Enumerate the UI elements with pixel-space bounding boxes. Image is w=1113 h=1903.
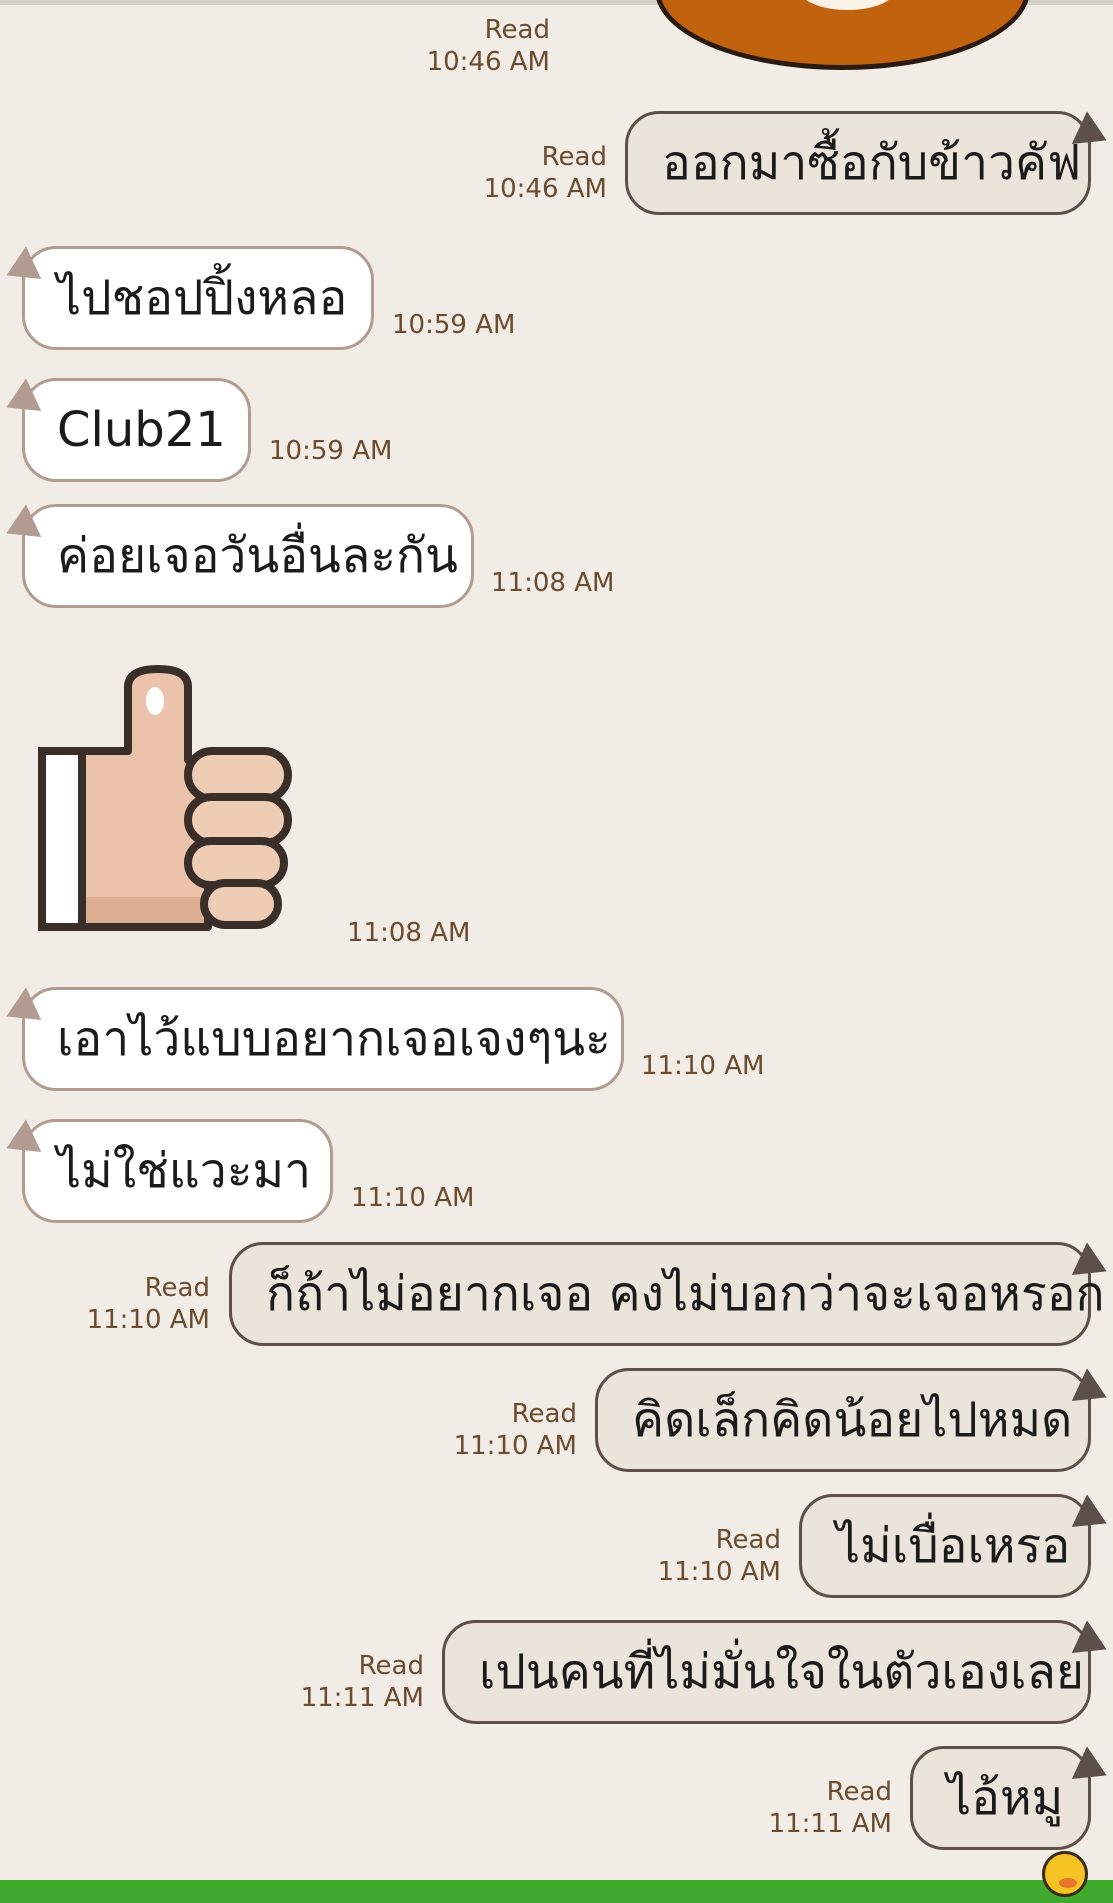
message-meta: Read 10:46 AM xyxy=(427,14,550,78)
timestamp: 11:11 AM xyxy=(768,1809,892,1839)
message-bubble[interactable]: ออกมาซื้อกับข้าวคัฟ xyxy=(625,111,1091,215)
message-bubble[interactable]: เอาไว้แบบอยากเจอเจงๆนะ xyxy=(22,987,624,1091)
timestamp: 11:08 AM xyxy=(347,918,471,948)
donut-sticker xyxy=(655,0,1030,70)
timestamp: 11:08 AM xyxy=(491,568,615,598)
message-bubble[interactable]: ก็ถ้าไม่อยากเจอ คงไม่บอกว่าจะเจอหรอก xyxy=(229,1242,1105,1346)
read-receipt: Read xyxy=(541,142,607,172)
message-bubble[interactable]: ไปชอปปิ้งหลอ xyxy=(22,246,374,350)
message-bubble[interactable]: เปนคนที่ไม่มั่นใจในตัวเองเลย xyxy=(442,1620,1091,1724)
read-receipt: Read xyxy=(144,1273,210,1303)
timestamp: 10:46 AM xyxy=(483,174,607,204)
timestamp: 11:10 AM xyxy=(641,1051,765,1081)
read-receipt: Read xyxy=(358,1651,424,1681)
message-meta: Read 11:11 AM xyxy=(769,1776,892,1840)
read-receipt: Read xyxy=(511,1399,577,1429)
timestamp: 10:59 AM xyxy=(269,436,393,466)
message-bubble[interactable]: ไม่เบื่อเหรอ xyxy=(799,1494,1091,1598)
message-meta: Read 11:10 AM xyxy=(454,1398,577,1462)
timestamp: 10:59 AM xyxy=(392,310,516,340)
read-receipt: Read xyxy=(826,1777,892,1807)
timestamp: 11:11 AM xyxy=(300,1683,424,1713)
message-meta: Read 10:46 AM xyxy=(484,141,607,205)
timestamp: 11:10 AM xyxy=(657,1557,781,1587)
mascot-icon[interactable] xyxy=(1042,1851,1088,1897)
message-bubble[interactable]: Club21 xyxy=(22,378,251,482)
read-receipt: Read xyxy=(484,15,550,45)
timestamp: 11:10 AM xyxy=(86,1305,210,1335)
read-receipt: Read xyxy=(715,1525,781,1555)
message-bubble[interactable]: คิดเล็กคิดน้อยไปหมด xyxy=(595,1368,1091,1472)
timestamp: 11:10 AM xyxy=(453,1431,577,1461)
message-meta: Read 11:10 AM xyxy=(87,1272,210,1336)
message-bubble[interactable]: ค่อยเจอวันอื่นละกัน xyxy=(22,504,474,608)
thumbs-up-sticker xyxy=(38,665,292,931)
message-bubble[interactable]: ไม่ใช่แวะมา xyxy=(22,1119,333,1223)
timestamp: 11:10 AM xyxy=(351,1183,475,1213)
message-meta: Read 11:11 AM xyxy=(301,1650,424,1714)
timestamp: 10:46 AM xyxy=(426,47,550,77)
message-bubble[interactable]: ไอ้หมู xyxy=(910,1746,1091,1850)
message-meta: Read 11:10 AM xyxy=(658,1524,781,1588)
bottom-bar xyxy=(0,1880,1113,1903)
